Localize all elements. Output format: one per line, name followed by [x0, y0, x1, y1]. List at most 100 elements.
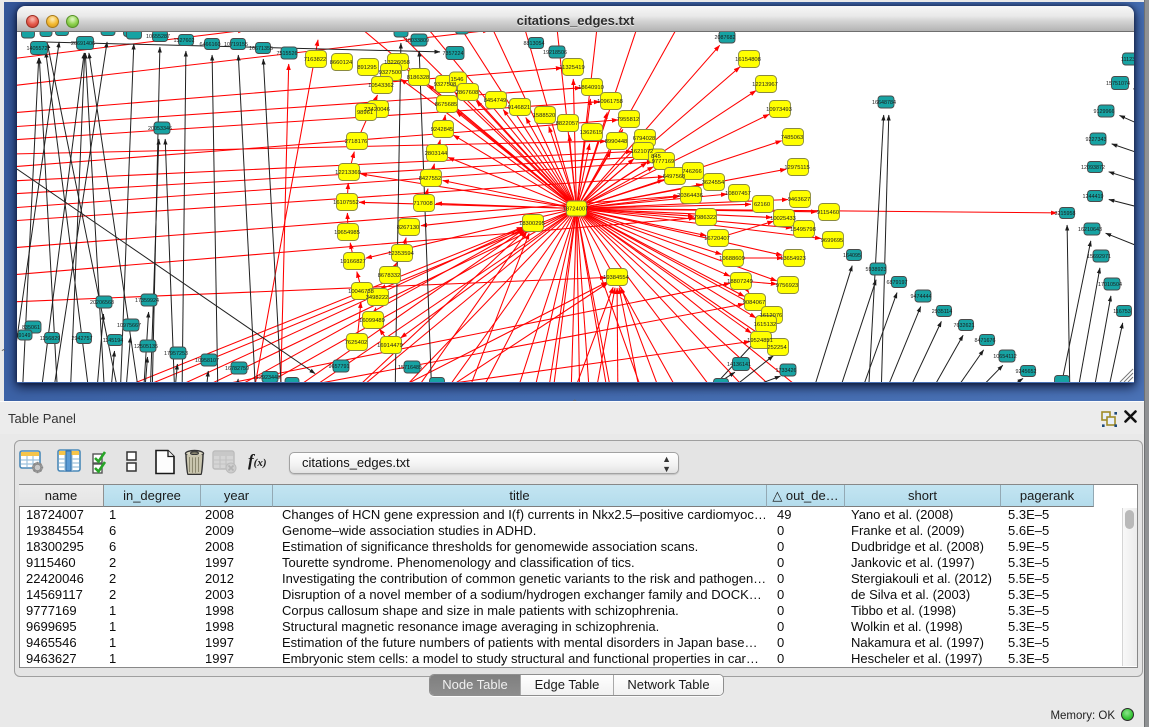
svg-text:19654985: 19654985	[334, 230, 360, 236]
svg-text:7625402: 7625402	[345, 340, 368, 346]
svg-text:16099489: 16099489	[359, 318, 385, 324]
svg-text:10973493: 10973493	[766, 107, 792, 113]
svg-text:8660124: 8660124	[330, 60, 353, 66]
svg-text:1244419: 1244419	[1083, 194, 1104, 200]
svg-text:17359924: 17359924	[135, 298, 159, 304]
svg-text:2803144: 2803144	[425, 151, 448, 157]
svg-text:14136141: 14136141	[727, 362, 751, 368]
svg-text:20053346: 20053346	[148, 126, 172, 132]
svg-text:2718176: 2718176	[345, 139, 368, 145]
svg-text:12213967: 12213967	[752, 82, 778, 88]
svg-text:1588520: 1588520	[533, 113, 556, 119]
svg-text:20206568: 20206568	[90, 300, 114, 306]
svg-text:16033809: 16033809	[405, 38, 429, 44]
svg-text:9463627: 9463627	[788, 197, 811, 203]
svg-text:15692971: 15692971	[1087, 254, 1111, 260]
svg-text:16782759: 16782759	[225, 366, 249, 372]
svg-text:10719155: 10719155	[224, 42, 248, 48]
svg-text:98961: 98961	[357, 110, 373, 116]
svg-text:8813054: 8813054	[524, 41, 545, 47]
svg-text:7955812: 7955812	[617, 117, 640, 123]
svg-text:10655287: 10655287	[146, 34, 170, 40]
svg-text:12353594: 12353594	[388, 251, 415, 257]
svg-text:1156829: 1156829	[40, 336, 61, 342]
svg-text:12505135: 12505135	[134, 344, 158, 350]
svg-text:8267130: 8267130	[397, 225, 420, 231]
svg-text:12923448: 12923448	[256, 375, 280, 381]
svg-text:9242845: 9242845	[431, 127, 454, 133]
svg-text:252254: 252254	[767, 345, 787, 351]
svg-text:746266: 746266	[682, 169, 701, 175]
svg-text:12093872: 12093872	[1081, 165, 1105, 171]
svg-text:9245652: 9245652	[1016, 369, 1037, 375]
svg-text:13226058: 13226058	[384, 60, 410, 66]
svg-text:15716485: 15716485	[398, 365, 422, 371]
svg-text:9115460: 9115460	[817, 210, 839, 216]
svg-text:11123: 11123	[1121, 57, 1134, 63]
svg-text:9756923: 9756923	[776, 283, 799, 289]
svg-text:9657791: 9657791	[329, 364, 350, 370]
svg-text:7515526: 7515526	[277, 51, 298, 57]
svg-text:1546: 1546	[451, 77, 464, 83]
svg-text:6466160: 6466160	[200, 42, 221, 48]
svg-text:8471676: 8471676	[975, 338, 996, 344]
svg-text:10961758: 10961758	[597, 99, 623, 105]
svg-text:2935114: 2935114	[932, 309, 953, 315]
svg-text:891295: 891295	[357, 65, 376, 71]
svg-text:6794028: 6794028	[633, 136, 656, 142]
svg-text:116753: 116753	[1113, 309, 1131, 315]
svg-text:164095: 164095	[843, 253, 861, 259]
svg-text:9084067: 9084067	[743, 300, 766, 306]
svg-text:8675685: 8675685	[435, 102, 458, 108]
svg-text:20364436: 20364436	[677, 193, 703, 199]
svg-text:10688609: 10688609	[719, 256, 745, 262]
svg-text:16720407: 16720407	[704, 236, 730, 242]
svg-text:7632621: 7632621	[954, 323, 975, 329]
svg-text:19524851: 19524851	[747, 338, 773, 344]
svg-text:1621072: 1621072	[631, 149, 654, 155]
svg-text:20691406: 20691406	[71, 41, 95, 47]
svg-text:9129966: 9129966	[1094, 109, 1115, 115]
svg-text:7163822: 7163822	[304, 57, 327, 63]
svg-text:7986322: 7986322	[694, 215, 717, 221]
svg-text:9699695: 9699695	[821, 238, 844, 244]
svg-text:18640910: 18640910	[578, 85, 604, 91]
svg-text:16154808: 16154808	[735, 57, 761, 63]
svg-text:8990448: 8990448	[605, 139, 628, 145]
svg-text:3498222: 3498222	[366, 295, 389, 301]
svg-text:1362615: 1362615	[580, 130, 603, 136]
svg-text:3624554: 3624554	[702, 180, 725, 186]
svg-text:18724007: 18724007	[563, 207, 589, 213]
svg-text:3215958: 3215958	[1055, 211, 1076, 217]
svg-text:9474444: 9474444	[911, 294, 932, 300]
svg-text:1405572: 1405572	[27, 46, 48, 52]
svg-text:835061: 835061	[22, 325, 40, 331]
svg-text:19384554: 19384554	[603, 275, 630, 281]
svg-text:2867608: 2867608	[456, 90, 479, 96]
svg-text:10975667: 10975667	[117, 323, 141, 329]
svg-text:10543362: 10543362	[368, 83, 394, 89]
svg-text:1527602: 1527602	[174, 38, 195, 44]
svg-text:10025433: 10025433	[770, 216, 796, 222]
svg-text:62160: 62160	[754, 202, 770, 208]
svg-text:7357224: 7357224	[443, 51, 464, 57]
svg-text:16671355: 16671355	[249, 46, 273, 52]
svg-text:9146821: 9146821	[508, 105, 531, 111]
svg-text:9227343: 9227343	[1086, 137, 1107, 143]
svg-text:39149: 39149	[17, 333, 31, 339]
svg-text:6879197: 6879197	[887, 280, 908, 286]
svg-text:13654923: 13654923	[780, 256, 806, 262]
svg-text:16648784: 16648784	[872, 100, 896, 106]
svg-text:12975115: 12975115	[784, 165, 809, 171]
svg-text:19166827: 19166827	[340, 259, 366, 265]
svg-text:2942757: 2942757	[72, 336, 93, 342]
svg-text:16107552: 16107552	[333, 200, 359, 206]
svg-text:16210643: 16210643	[1078, 227, 1102, 233]
svg-text:8186328: 8186328	[407, 75, 430, 81]
svg-text:1612076: 1612076	[760, 313, 783, 319]
svg-text:8678332: 8678332	[378, 273, 401, 279]
svg-text:15495798: 15495798	[790, 227, 816, 233]
svg-text:12213369: 12213369	[335, 170, 361, 176]
svg-text:8427552: 8427552	[419, 176, 442, 182]
svg-text:11325419: 11325419	[559, 65, 584, 71]
